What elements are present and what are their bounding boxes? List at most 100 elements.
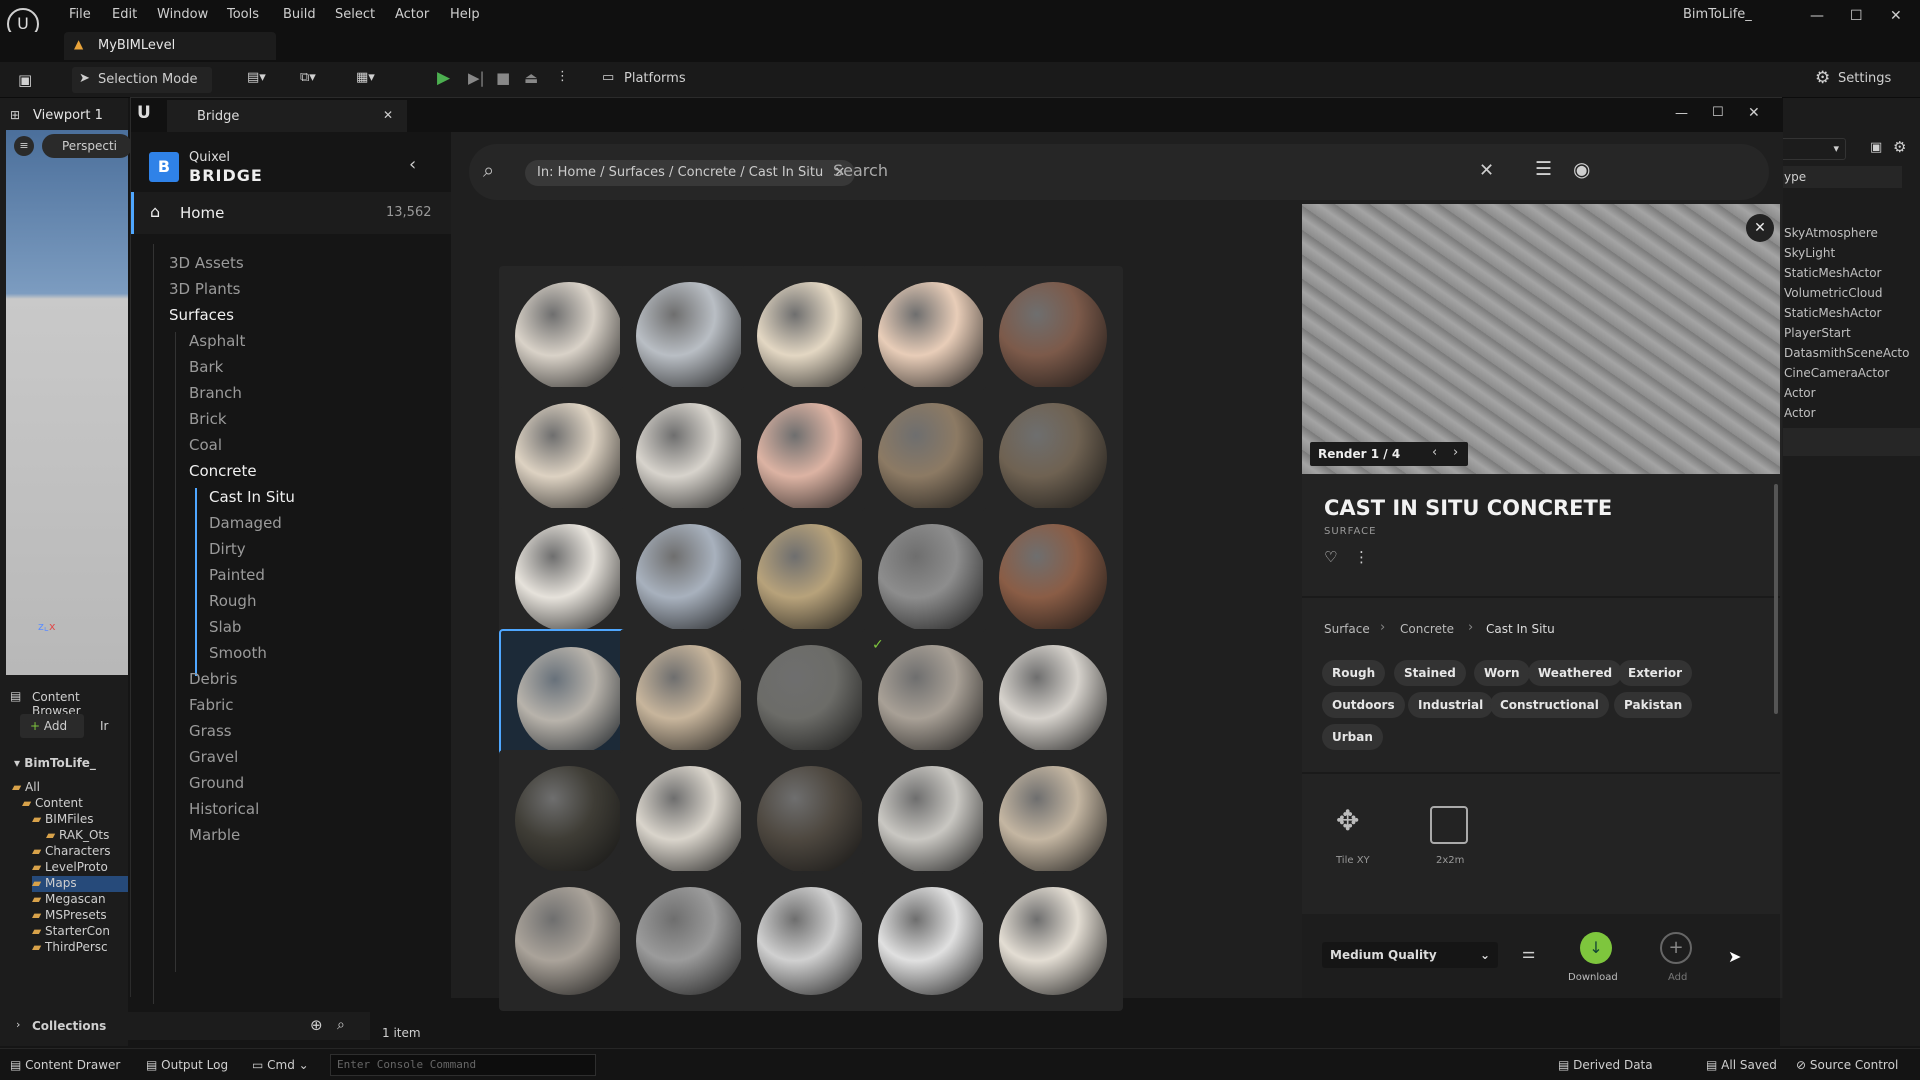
console-input[interactable]: Enter Console Command xyxy=(330,1054,596,1076)
quality-select[interactable]: Medium Quality ⌄ xyxy=(1322,942,1498,968)
asset-tile[interactable] xyxy=(620,871,760,1011)
asset-tile[interactable] xyxy=(741,629,881,769)
nav-item[interactable]: Rough xyxy=(209,592,256,610)
asset-tile[interactable] xyxy=(862,750,1002,890)
menu-actor[interactable]: Actor xyxy=(395,7,429,22)
asset-tile[interactable] xyxy=(620,750,760,890)
prev-render-icon[interactable]: ‹ xyxy=(1432,445,1437,460)
nav-item[interactable]: Debris xyxy=(189,670,237,688)
asset-tile[interactable] xyxy=(499,871,639,1011)
menu-file[interactable]: File xyxy=(69,7,91,22)
outliner-item[interactable]: SkyAtmosphere xyxy=(1784,226,1878,240)
all-saved-button[interactable]: ▤ All Saved xyxy=(1706,1058,1777,1072)
asset-tile[interactable] xyxy=(620,266,760,406)
asset-tile[interactable] xyxy=(499,266,639,406)
more-options-icon[interactable]: ⋮ xyxy=(1354,548,1369,566)
folder-item[interactable]: ▰ Maps xyxy=(32,876,128,892)
preview-image[interactable] xyxy=(1302,204,1780,474)
eject-icon[interactable]: ⏏ xyxy=(524,69,538,87)
asset-tile[interactable] xyxy=(499,387,639,527)
add-actor-icon[interactable]: ▤▾ xyxy=(247,70,266,85)
tag-chip[interactable]: Pakistan xyxy=(1614,692,1693,718)
nav-item[interactable]: Damaged xyxy=(209,514,282,532)
nav-item[interactable]: Brick xyxy=(189,410,227,428)
folder-add-icon[interactable]: ▣ xyxy=(1870,140,1882,155)
tag-chip[interactable]: Stained xyxy=(1394,660,1466,686)
folder-item[interactable]: ▰ MSPresets xyxy=(32,908,128,924)
asset-tile[interactable] xyxy=(620,508,760,648)
search-input[interactable]: Search xyxy=(833,161,888,180)
add-button[interactable]: + Add xyxy=(20,714,84,738)
nav-item[interactable]: 3D Plants xyxy=(169,280,240,298)
nav-item[interactable]: Fabric xyxy=(189,696,234,714)
save-icon[interactable]: ▣ xyxy=(18,71,32,89)
tag-chip[interactable]: Exterior xyxy=(1618,660,1693,686)
selection-mode-button[interactable]: ➤ Selection Mode xyxy=(72,67,212,93)
outliner-item[interactable]: SkyLight xyxy=(1784,246,1835,260)
tag-chip[interactable]: Urban xyxy=(1322,724,1383,750)
menu-build[interactable]: Build xyxy=(283,7,316,22)
asset-tile[interactable] xyxy=(620,629,760,769)
menu-edit[interactable]: Edit xyxy=(112,7,137,22)
home-item[interactable]: ⌂ Home 13,562 xyxy=(131,192,451,234)
asset-tile[interactable] xyxy=(983,750,1123,890)
nav-item[interactable]: Painted xyxy=(209,566,265,584)
nav-item[interactable]: Gravel xyxy=(189,748,238,766)
next-render-icon[interactable]: › xyxy=(1453,445,1458,460)
close-preview-icon[interactable]: ✕ xyxy=(1746,214,1774,242)
asset-tile[interactable] xyxy=(862,871,1002,1011)
nav-item[interactable]: Concrete xyxy=(189,462,257,480)
stop-icon[interactable]: ■ xyxy=(496,69,510,87)
platforms-button[interactable]: Platforms xyxy=(624,71,686,86)
nav-item[interactable]: Dirty xyxy=(209,540,246,558)
tag-chip[interactable]: Worn xyxy=(1474,660,1530,686)
search-collections-icon[interactable]: ⌕ xyxy=(337,1017,345,1033)
tag-chip[interactable]: Weathered xyxy=(1528,660,1623,686)
blueprint-icon[interactable]: ⧉▾ xyxy=(300,70,316,85)
bridge-tab-close-icon[interactable]: ✕ xyxy=(383,108,393,122)
user-icon[interactable]: ◉ xyxy=(1573,157,1590,181)
nav-item[interactable]: Branch xyxy=(189,384,242,402)
settings-button[interactable]: Settings xyxy=(1838,71,1891,86)
asset-tile[interactable] xyxy=(741,266,881,406)
breadcrumb-concrete[interactable]: Concrete xyxy=(1400,622,1454,636)
nav-item[interactable]: Marble xyxy=(189,826,240,844)
folder-item[interactable]: ▰ Content xyxy=(22,796,128,812)
tag-chip[interactable]: Constructional xyxy=(1490,692,1609,718)
nav-item[interactable]: Smooth xyxy=(209,644,267,662)
outliner-dropdown[interactable]: ▾ xyxy=(1780,138,1846,160)
asset-tile[interactable] xyxy=(499,750,639,890)
folder-item[interactable]: ▰ All xyxy=(12,780,128,796)
content-root[interactable]: ▾ BimToLife_ xyxy=(14,756,96,770)
cinematics-icon[interactable]: ▦▾ xyxy=(356,70,375,85)
play-icon[interactable]: ▶ xyxy=(437,68,450,88)
close-icon[interactable]: ✕ xyxy=(1890,8,1902,24)
breadcrumb-cast-in-situ[interactable]: Cast In Situ xyxy=(1486,622,1555,636)
nav-item[interactable]: Coal xyxy=(189,436,222,454)
outliner-item[interactable]: VolumetricCloud xyxy=(1784,286,1882,300)
folder-item[interactable]: ▰ Megascan xyxy=(32,892,128,908)
folder-item[interactable]: ▰ LevelProto xyxy=(32,860,128,876)
outliner-item[interactable]: CineCameraActor xyxy=(1784,366,1889,380)
perspective-button[interactable]: Perspecti xyxy=(42,134,132,158)
asset-tile[interactable] xyxy=(741,508,881,648)
asset-tile[interactable] xyxy=(499,629,639,769)
source-control-button[interactable]: ⊘ Source Control xyxy=(1796,1058,1898,1072)
viewport-tab[interactable]: Viewport 1 xyxy=(33,108,103,123)
download-button[interactable]: ↓ xyxy=(1580,932,1612,964)
folder-item[interactable]: ▰ Characters xyxy=(32,844,128,860)
nav-item[interactable]: Grass xyxy=(189,722,232,740)
outliner-item[interactable]: Actor xyxy=(1784,406,1816,420)
menu-window[interactable]: Window xyxy=(157,7,208,22)
bridge-minimize-icon[interactable]: — xyxy=(1675,106,1688,121)
favorite-heart-icon[interactable]: ♡ xyxy=(1324,548,1337,566)
bridge-close-icon[interactable]: ✕ xyxy=(1748,105,1760,121)
detail-scrollbar[interactable] xyxy=(1774,484,1778,714)
filter-icon[interactable]: ☰ xyxy=(1535,158,1552,180)
add-to-project-button[interactable]: + xyxy=(1660,932,1692,964)
content-drawer-button[interactable]: ▤ Content Drawer xyxy=(10,1058,120,1072)
menu-tools[interactable]: Tools xyxy=(227,7,259,22)
asset-tile[interactable] xyxy=(983,387,1123,527)
outliner-item[interactable]: StaticMeshActor xyxy=(1784,266,1881,280)
clear-search-icon[interactable]: ✕ xyxy=(1479,160,1494,181)
